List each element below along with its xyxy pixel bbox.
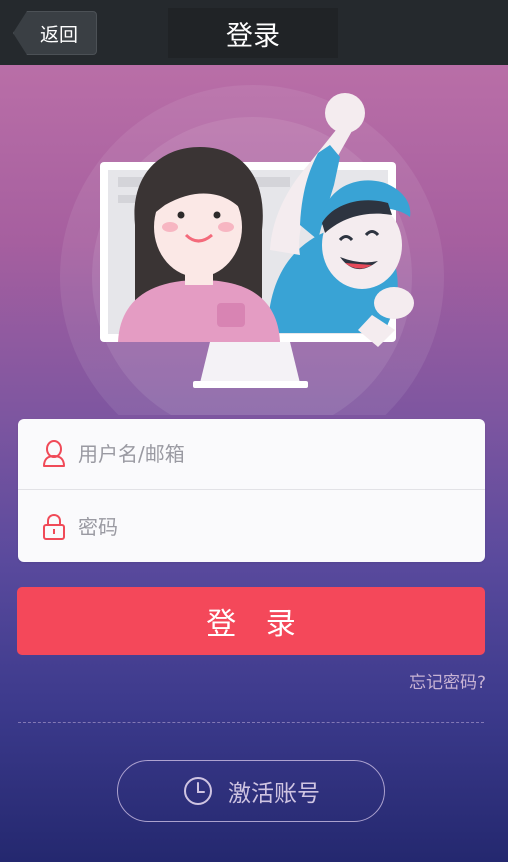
login-button-label: 登 录 <box>206 607 306 642</box>
page-title-text: 登录 <box>226 20 280 52</box>
user-icon <box>40 440 68 468</box>
page-title: 登录 <box>168 8 338 58</box>
activate-account-label: 激活账号 <box>228 781 320 807</box>
hero-illustration <box>0 65 508 469</box>
hero-illustration-svg <box>60 85 444 469</box>
clock-icon <box>182 775 214 807</box>
lock-icon <box>40 513 68 541</box>
password-row <box>18 491 485 562</box>
activate-account-button[interactable]: 激活账号 <box>117 760 385 822</box>
back-button[interactable]: 返回 <box>13 11 97 55</box>
login-form-card <box>18 419 485 562</box>
divider <box>18 722 484 723</box>
username-input[interactable] <box>78 442 448 466</box>
login-button[interactable]: 登 录 <box>17 587 485 655</box>
forgot-password-link[interactable]: 忘记密码? <box>409 668 486 693</box>
navbar: 返回 登录 <box>0 0 508 65</box>
username-row <box>18 419 485 490</box>
password-input[interactable] <box>78 514 448 539</box>
back-button-label: 返回 <box>39 23 78 46</box>
